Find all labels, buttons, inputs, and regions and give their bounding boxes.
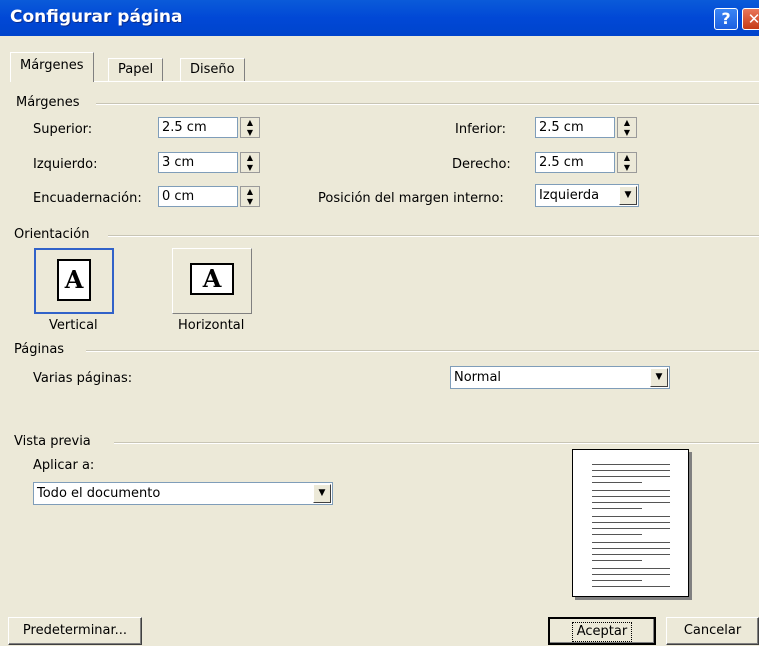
preview-line bbox=[592, 516, 670, 517]
group-margenes-label: Márgenes bbox=[16, 95, 80, 110]
tab-margenes[interactable]: Márgenes bbox=[10, 52, 94, 82]
chevron-down-icon[interactable]: ▼ bbox=[619, 186, 637, 205]
preview-line bbox=[592, 534, 642, 535]
aplicar-label: Aplicar a: bbox=[33, 458, 95, 473]
up-arrow-icon[interactable]: ▲ bbox=[618, 153, 636, 162]
izquierdo-field[interactable]: 3 cm bbox=[158, 152, 238, 173]
derecho-field[interactable]: 2.5 cm bbox=[535, 152, 615, 173]
window-title: Configurar página bbox=[10, 7, 183, 27]
derecho-label: Derecho: bbox=[452, 157, 511, 172]
landscape-page-icon: A bbox=[190, 263, 234, 295]
preview-line bbox=[592, 482, 642, 483]
down-arrow-icon[interactable]: ▼ bbox=[241, 163, 259, 172]
cancelar-button[interactable]: Cancelar bbox=[666, 617, 759, 645]
preview-line bbox=[592, 554, 670, 555]
group-divider bbox=[108, 235, 759, 237]
preview-line bbox=[592, 586, 670, 587]
posicion-label: Posición del margen interno: bbox=[318, 191, 504, 206]
down-arrow-icon[interactable]: ▼ bbox=[241, 128, 259, 137]
preview-line bbox=[592, 522, 670, 523]
down-arrow-icon[interactable]: ▼ bbox=[241, 197, 259, 206]
up-arrow-icon[interactable]: ▲ bbox=[618, 118, 636, 127]
varias-paginas-label: Varias páginas: bbox=[33, 371, 133, 386]
help-icon[interactable]: ? bbox=[714, 8, 738, 30]
orientation-horizontal-button[interactable]: A bbox=[172, 248, 252, 314]
preview-line bbox=[592, 508, 642, 509]
predeterminar-button[interactable]: Predeterminar... bbox=[8, 617, 142, 645]
up-arrow-icon[interactable]: ▲ bbox=[241, 118, 259, 127]
horizontal-label: Horizontal bbox=[178, 318, 245, 333]
superior-label: Superior: bbox=[33, 122, 93, 137]
derecho-spinner[interactable]: ▲ ▼ bbox=[617, 152, 637, 173]
encuadernacion-label: Encuadernación: bbox=[33, 191, 142, 206]
orientation-vertical-button[interactable]: A bbox=[34, 248, 114, 314]
preview-line bbox=[592, 502, 670, 503]
tab-panel-edge bbox=[10, 81, 759, 82]
up-arrow-icon[interactable]: ▲ bbox=[241, 153, 259, 162]
preview-line bbox=[592, 542, 670, 543]
superior-spinner[interactable]: ▲ ▼ bbox=[240, 117, 260, 138]
up-arrow-icon[interactable]: ▲ bbox=[241, 187, 259, 196]
down-arrow-icon[interactable]: ▼ bbox=[618, 163, 636, 172]
group-divider bbox=[114, 442, 759, 444]
izquierdo-spinner[interactable]: ▲ ▼ bbox=[240, 152, 260, 173]
down-arrow-icon[interactable]: ▼ bbox=[618, 128, 636, 137]
preview-line bbox=[592, 548, 670, 549]
preview-line bbox=[592, 528, 670, 529]
inferior-field[interactable]: 2.5 cm bbox=[535, 117, 615, 138]
tab-diseno[interactable]: Diseño bbox=[180, 58, 245, 82]
superior-field[interactable]: 2.5 cm bbox=[158, 117, 238, 138]
chevron-down-icon[interactable]: ▼ bbox=[313, 484, 331, 503]
aplicar-select[interactable]: Todo el documento ▼ bbox=[33, 482, 333, 505]
varias-paginas-select[interactable]: Normal ▼ bbox=[450, 366, 670, 389]
preview-line bbox=[592, 470, 670, 471]
chevron-down-icon[interactable]: ▼ bbox=[650, 368, 668, 387]
preview-line bbox=[592, 568, 670, 569]
close-icon[interactable]: ✕ bbox=[742, 8, 759, 30]
encuadernacion-spinner[interactable]: ▲ ▼ bbox=[240, 186, 260, 207]
page-preview bbox=[572, 449, 689, 597]
preview-line bbox=[592, 490, 670, 491]
posicion-select[interactable]: Izquierda ▼ bbox=[535, 184, 639, 207]
group-vista-previa-label: Vista previa bbox=[14, 434, 91, 449]
preview-line bbox=[592, 560, 642, 561]
vertical-label: Vertical bbox=[49, 318, 98, 333]
group-divider bbox=[86, 350, 759, 352]
encuadernacion-field[interactable]: 0 cm bbox=[158, 186, 238, 207]
portrait-page-icon: A bbox=[57, 259, 91, 301]
preview-line bbox=[592, 464, 670, 465]
preview-line bbox=[592, 476, 670, 477]
aceptar-button[interactable]: Aceptar bbox=[548, 617, 656, 645]
tab-papel[interactable]: Papel bbox=[108, 58, 164, 82]
preview-line bbox=[592, 496, 670, 497]
inferior-spinner[interactable]: ▲ ▼ bbox=[617, 117, 637, 138]
group-paginas-label: Páginas bbox=[14, 342, 65, 357]
preview-line bbox=[592, 580, 642, 581]
group-orientacion-label: Orientación bbox=[14, 227, 90, 242]
preview-line bbox=[592, 574, 670, 575]
group-divider bbox=[96, 103, 759, 105]
inferior-label: Inferior: bbox=[455, 122, 507, 137]
izquierdo-label: Izquierdo: bbox=[33, 157, 98, 172]
